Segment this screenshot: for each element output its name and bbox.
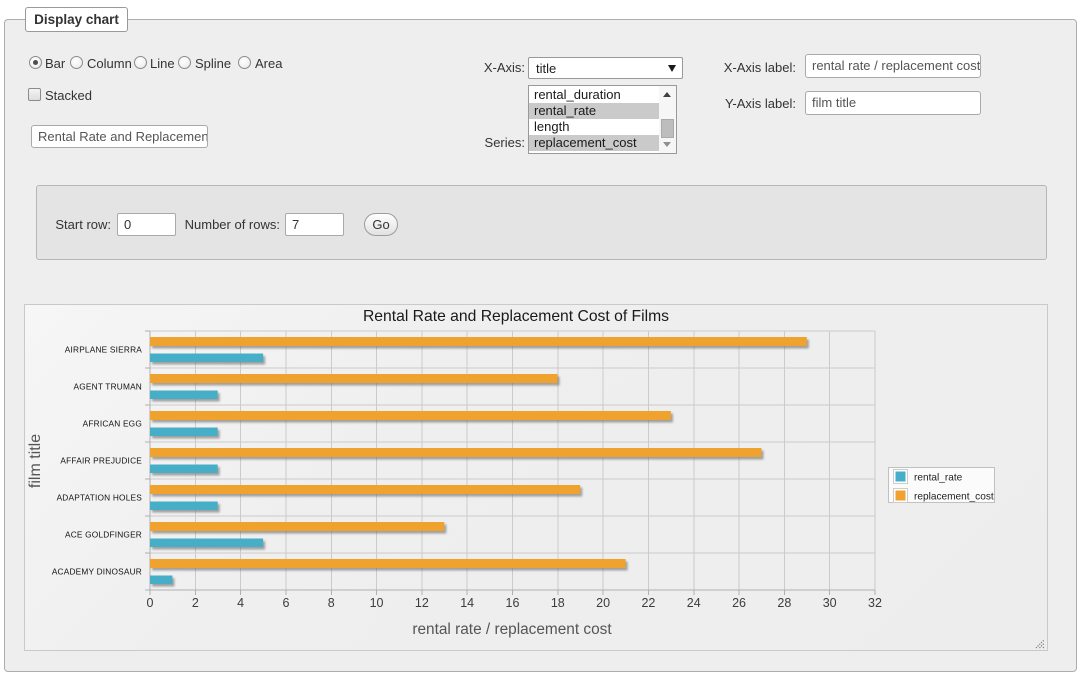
- svg-text:16: 16: [506, 596, 520, 610]
- svg-text:8: 8: [328, 596, 335, 610]
- svg-text:ACE GOLDFINGER: ACE GOLDFINGER: [65, 530, 142, 540]
- svg-text:22: 22: [641, 596, 655, 610]
- svg-text:ACADEMY DINOSAUR: ACADEMY DINOSAUR: [52, 567, 142, 577]
- svg-text:AFFAIR PREJUDICE: AFFAIR PREJUDICE: [60, 456, 142, 466]
- svg-text:12: 12: [415, 596, 429, 610]
- svg-text:24: 24: [687, 596, 701, 610]
- svg-text:Rental Rate and Replacement Co: Rental Rate and Replacement Cost of Film…: [363, 308, 669, 325]
- svg-text:AGENT TRUMAN: AGENT TRUMAN: [74, 382, 142, 392]
- svg-text:replacement_cost: replacement_cost: [914, 492, 994, 503]
- svg-text:AFRICAN EGG: AFRICAN EGG: [83, 419, 142, 429]
- svg-text:rental_rate: rental_rate: [914, 473, 963, 484]
- svg-text:ADAPTATION HOLES: ADAPTATION HOLES: [57, 493, 143, 503]
- svg-text:18: 18: [551, 596, 565, 610]
- svg-text:26: 26: [732, 596, 746, 610]
- svg-text:28: 28: [777, 596, 791, 610]
- svg-text:2: 2: [192, 596, 199, 610]
- svg-text:rental rate / replacement cost: rental rate / replacement cost: [412, 621, 612, 638]
- svg-text:AIRPLANE SIERRA: AIRPLANE SIERRA: [65, 345, 143, 355]
- svg-text:30: 30: [823, 596, 837, 610]
- svg-text:0: 0: [147, 596, 154, 610]
- svg-text:4: 4: [237, 596, 244, 610]
- svg-text:10: 10: [370, 596, 384, 610]
- svg-text:6: 6: [282, 596, 289, 610]
- svg-text:20: 20: [596, 596, 610, 610]
- svg-text:film title: film title: [27, 434, 44, 488]
- svg-text:32: 32: [868, 596, 882, 610]
- svg-text:14: 14: [460, 596, 474, 610]
